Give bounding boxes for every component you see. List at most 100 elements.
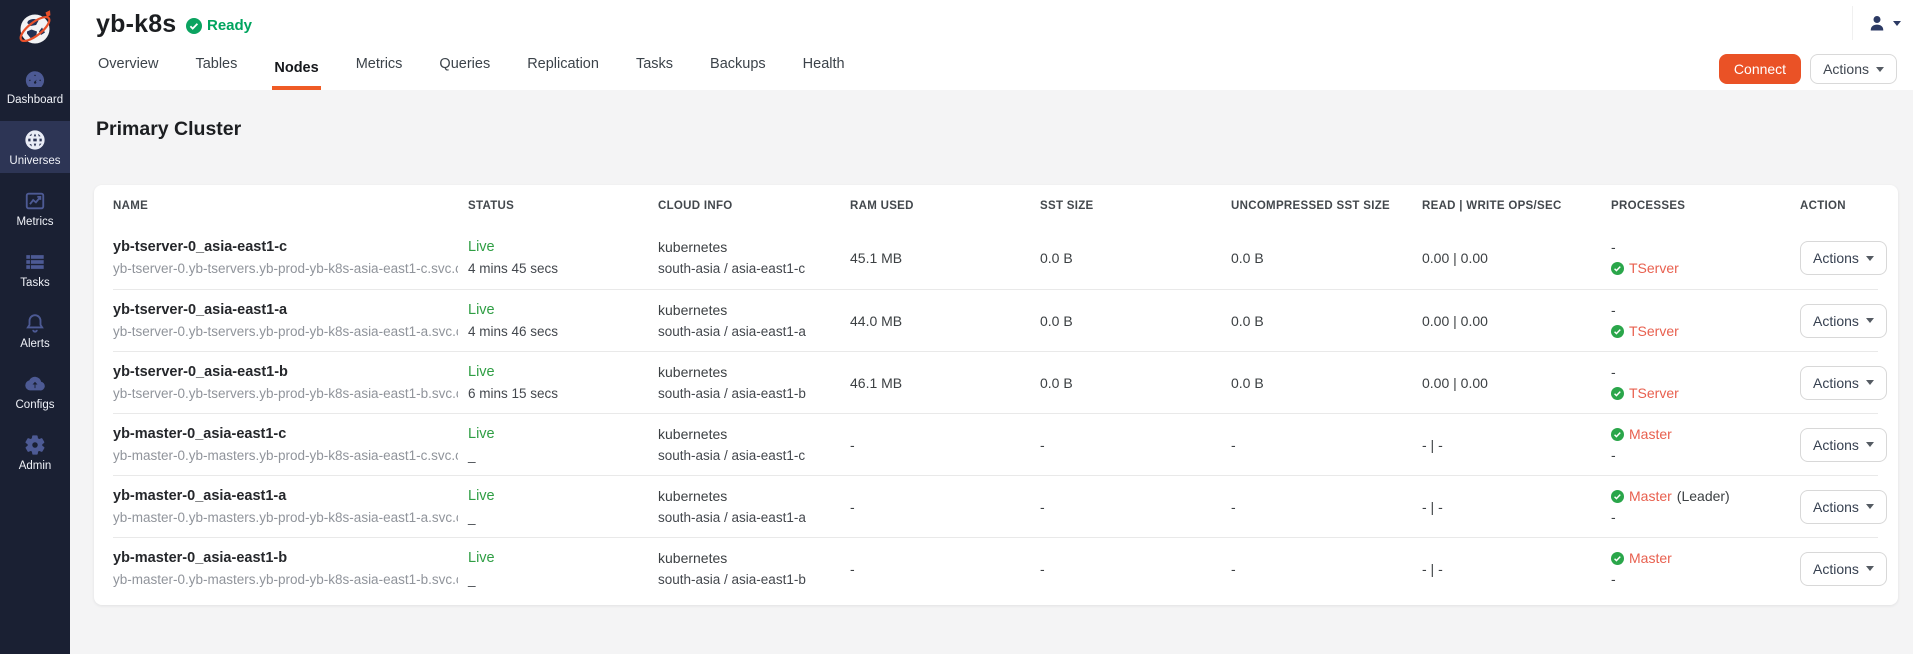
sidebar-item-tasks[interactable]: Tasks (0, 243, 70, 295)
node-name-link[interactable]: yb-tserver-0_asia-east1-a (113, 302, 458, 319)
ready-label: Ready (207, 17, 252, 34)
row-actions-label: Actions (1813, 313, 1859, 329)
node-uncompressed-sst: - (1231, 561, 1422, 577)
process-check-icon (1611, 325, 1624, 338)
node-status: Live (468, 550, 648, 567)
process-leader-suffix: (Leader) (1677, 488, 1730, 505)
node-sst: 0.0 B (1040, 313, 1231, 329)
row-actions-button[interactable]: Actions (1800, 552, 1887, 586)
table-header-row: NAME STATUS CLOUD INFO RAM USED SST SIZE… (113, 185, 1878, 227)
sidebar-item-admin[interactable]: Admin (0, 426, 70, 478)
row-actions-button[interactable]: Actions (1800, 366, 1887, 400)
sidebar-item-metrics[interactable]: Metrics (0, 182, 70, 234)
app-root: Dashboard Universes Metrics Tasks (0, 0, 1913, 654)
tab-metrics[interactable]: Metrics (354, 56, 405, 90)
chart-icon (23, 189, 47, 213)
row-actions-label: Actions (1813, 250, 1859, 266)
node-fqdn: yb-master-0.yb-masters.yb-prod-yb-k8s-as… (113, 447, 458, 464)
node-status: Live (468, 302, 648, 319)
node-provider: kubernetes (658, 364, 840, 381)
connect-button[interactable]: Connect (1719, 54, 1801, 84)
main-area: yb-k8s Ready Overview Tables Nodes Metri… (70, 0, 1913, 654)
universe-actions-button[interactable]: Actions (1810, 54, 1897, 84)
row-actions-button[interactable]: Actions (1800, 304, 1887, 338)
row-actions-label: Actions (1813, 437, 1859, 453)
yugabyte-logo[interactable] (0, 4, 70, 52)
process-name[interactable]: Master (1629, 426, 1672, 443)
node-status: Live (468, 488, 648, 505)
tab-overview[interactable]: Overview (96, 56, 160, 90)
node-fqdn: yb-master-0.yb-masters.yb-prod-yb-k8s-as… (113, 571, 458, 588)
process-dash: - (1611, 509, 1790, 526)
process-name[interactable]: TServer (1629, 260, 1679, 277)
tab-nodes[interactable]: Nodes (272, 60, 320, 90)
node-fqdn: yb-tserver-0.yb-tservers.yb-prod-yb-k8s-… (113, 260, 458, 277)
topbar: yb-k8s Ready Overview Tables Nodes Metri… (70, 0, 1913, 90)
row-actions-button[interactable]: Actions (1800, 428, 1887, 462)
col-header-ram-used: RAM USED (850, 200, 1040, 212)
node-name-link[interactable]: yb-tserver-0_asia-east1-b (113, 364, 458, 381)
tab-backups[interactable]: Backups (708, 56, 768, 90)
tab-replication[interactable]: Replication (525, 56, 601, 90)
chevron-down-icon (1876, 67, 1884, 72)
node-fqdn: yb-tserver-0.yb-tservers.yb-prod-yb-k8s-… (113, 385, 458, 402)
node-sst: 0.0 B (1040, 250, 1231, 266)
ready-status-badge: Ready (186, 17, 252, 34)
node-uncompressed-sst: 0.0 B (1231, 250, 1422, 266)
node-region: south-asia / asia-east1-c (658, 447, 840, 464)
process-name[interactable]: TServer (1629, 323, 1679, 340)
sidebar-item-label: Configs (16, 399, 55, 411)
chevron-down-icon (1866, 256, 1874, 261)
table-row: yb-master-0_asia-east1-ayb-master-0.yb-m… (113, 475, 1878, 537)
gear-icon (23, 433, 47, 457)
chevron-down-icon (1866, 318, 1874, 323)
tab-tasks[interactable]: Tasks (634, 56, 675, 90)
node-uptime: _ (468, 571, 648, 588)
col-header-processes: PROCESSES (1611, 200, 1800, 212)
node-read-write: - | - (1422, 499, 1611, 515)
node-name-link[interactable]: yb-master-0_asia-east1-b (113, 550, 458, 567)
node-provider: kubernetes (658, 426, 840, 443)
node-name-link[interactable]: yb-master-0_asia-east1-c (113, 426, 458, 443)
node-read-write: - | - (1422, 437, 1611, 453)
page-title: Primary Cluster (96, 118, 241, 141)
node-uncompressed-sst: 0.0 B (1231, 375, 1422, 391)
sidebar-item-label: Admin (19, 460, 52, 472)
user-menu[interactable] (1852, 6, 1901, 40)
process-check-icon (1611, 387, 1624, 400)
col-header-name: NAME (113, 200, 468, 212)
process-dash: - (1611, 364, 1790, 381)
process-name[interactable]: Master (1629, 550, 1672, 567)
chevron-down-icon (1893, 21, 1901, 26)
bell-icon (23, 311, 47, 335)
node-fqdn: yb-tserver-0.yb-tservers.yb-prod-yb-k8s-… (113, 323, 458, 340)
node-name-link[interactable]: yb-master-0_asia-east1-a (113, 488, 458, 505)
process-name[interactable]: Master (1629, 488, 1672, 505)
node-provider: kubernetes (658, 550, 840, 567)
node-sst: - (1040, 437, 1231, 453)
node-region: south-asia / asia-east1-b (658, 571, 840, 588)
node-read-write: 0.00 | 0.00 (1422, 375, 1611, 391)
ready-check-icon (186, 18, 202, 34)
node-ram: - (850, 437, 1040, 453)
process-name[interactable]: TServer (1629, 385, 1679, 402)
node-read-write: 0.00 | 0.00 (1422, 313, 1611, 329)
sidebar-item-dashboard[interactable]: Dashboard (0, 60, 70, 112)
sidebar-item-configs[interactable]: Configs (0, 365, 70, 417)
tab-tables[interactable]: Tables (193, 56, 239, 90)
sidebar-item-alerts[interactable]: Alerts (0, 304, 70, 356)
universe-tabs: Overview Tables Nodes Metrics Queries Re… (96, 56, 847, 90)
universe-title: yb-k8s (96, 10, 176, 39)
tab-health[interactable]: Health (801, 56, 847, 90)
list-icon (23, 250, 47, 274)
row-actions-label: Actions (1813, 499, 1859, 515)
node-name-link[interactable]: yb-tserver-0_asia-east1-c (113, 239, 458, 256)
node-region: south-asia / asia-east1-c (658, 260, 840, 277)
sidebar-item-universes[interactable]: Universes (0, 121, 70, 173)
tab-queries[interactable]: Queries (437, 56, 492, 90)
node-ram: - (850, 561, 1040, 577)
col-header-status: STATUS (468, 200, 658, 212)
row-actions-button[interactable]: Actions (1800, 241, 1887, 275)
row-actions-button[interactable]: Actions (1800, 490, 1887, 524)
node-uptime: _ (468, 509, 648, 526)
